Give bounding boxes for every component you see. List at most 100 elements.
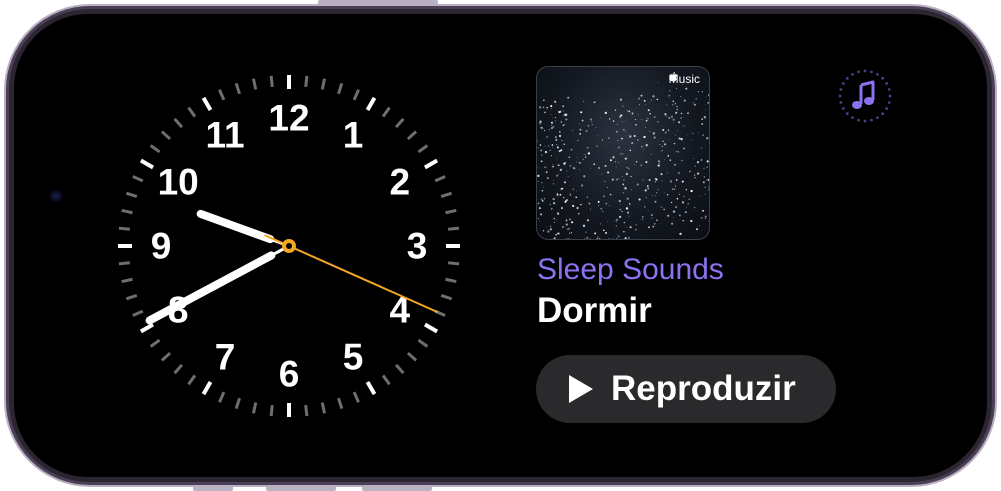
star-dot — [586, 236, 589, 239]
star-dot — [662, 128, 665, 132]
star-dot — [627, 236, 630, 239]
star-dot — [683, 147, 685, 150]
star-dot — [544, 166, 547, 169]
star-dot — [670, 201, 673, 204]
star-dot — [630, 189, 632, 191]
star-dot — [623, 221, 625, 224]
star-dot — [569, 164, 572, 167]
ring-dot — [841, 82, 845, 85]
star-dot — [597, 200, 600, 203]
star-dot — [683, 99, 686, 102]
star-dot — [616, 218, 618, 221]
track-subtitle[interactable]: Dormir — [537, 291, 652, 331]
star-dot — [609, 193, 612, 196]
clock-minute-tick — [406, 351, 418, 362]
clock-minute-tick — [337, 397, 344, 410]
star-dot — [689, 170, 691, 173]
star-dot — [630, 175, 632, 178]
star-dot — [585, 130, 588, 132]
star-dot — [681, 159, 683, 162]
album-art[interactable]: Music — [536, 66, 710, 240]
star-dot — [699, 195, 701, 197]
star-dot — [626, 110, 628, 112]
star-dot — [635, 123, 637, 126]
star-dot — [660, 223, 662, 225]
track-title[interactable]: Sleep Sounds — [537, 253, 724, 287]
star-dot — [541, 154, 543, 156]
clock-hour-tick — [201, 380, 213, 396]
star-dot — [575, 196, 577, 199]
star-dot — [642, 149, 644, 151]
star-dot — [601, 173, 603, 175]
clock-hour-tick — [365, 96, 377, 112]
music-note-icon[interactable] — [837, 68, 893, 124]
star-dot — [702, 134, 704, 136]
star-dot — [677, 130, 679, 131]
star-dot — [587, 152, 591, 155]
ring-dot — [851, 116, 854, 120]
clock-minute-tick — [434, 175, 446, 183]
star-dot — [678, 137, 681, 140]
star-dot — [561, 139, 563, 142]
star-dot — [672, 217, 674, 219]
star-dot — [667, 214, 670, 217]
star-dot — [664, 192, 666, 194]
star-dot — [640, 119, 642, 120]
star-dot — [652, 95, 655, 98]
star-dot — [645, 104, 646, 105]
star-dot — [603, 195, 605, 198]
star-dot — [654, 181, 656, 183]
star-dot — [555, 136, 557, 138]
star-dot — [565, 223, 568, 226]
clock-minute-tick — [125, 191, 138, 198]
star-dot — [556, 219, 558, 221]
star-dot — [569, 232, 571, 234]
star-dot — [616, 238, 618, 239]
star-dot — [597, 166, 601, 170]
star-dot — [628, 134, 630, 136]
star-dot — [696, 172, 700, 175]
star-dot — [649, 102, 651, 104]
star-dot — [672, 100, 675, 103]
clock-minute-tick — [173, 363, 184, 375]
star-dot — [635, 160, 638, 163]
star-dot — [598, 238, 601, 239]
star-dot — [659, 205, 661, 206]
star-dot — [626, 156, 628, 158]
clock-minute-tick — [304, 75, 309, 88]
star-dot — [622, 105, 624, 107]
star-dot — [557, 213, 559, 216]
star-dot — [681, 201, 685, 204]
star-dot — [625, 130, 627, 132]
star-dot — [548, 128, 551, 131]
star-dot — [551, 144, 554, 146]
star-dot — [641, 215, 644, 218]
star-dot — [586, 219, 590, 222]
star-dot — [549, 149, 551, 151]
star-dot — [550, 105, 553, 108]
star-dot — [703, 176, 705, 178]
star-dot — [618, 199, 621, 203]
star-dot — [688, 198, 690, 200]
clock-numeral: 9 — [151, 226, 172, 267]
star-dot — [552, 197, 555, 201]
star-dot — [556, 158, 558, 160]
star-dot — [645, 119, 648, 122]
play-button[interactable]: Reproduzir — [536, 355, 836, 423]
star-dot — [668, 117, 671, 119]
star-dot — [566, 219, 567, 221]
star-dot — [693, 102, 695, 104]
star-dot — [546, 106, 549, 109]
star-dot — [674, 103, 676, 105]
star-dot — [682, 125, 684, 127]
clock-numeral: 2 — [390, 162, 411, 203]
star-dot — [567, 96, 570, 99]
star-dot — [566, 170, 568, 172]
clock-minute-tick — [440, 191, 453, 198]
clock-minute-tick — [218, 89, 226, 101]
star-dot — [550, 108, 552, 110]
clock-minute-tick — [132, 175, 144, 183]
ring-dot — [845, 112, 849, 116]
star-dot — [635, 224, 637, 226]
star-dot — [586, 196, 589, 199]
